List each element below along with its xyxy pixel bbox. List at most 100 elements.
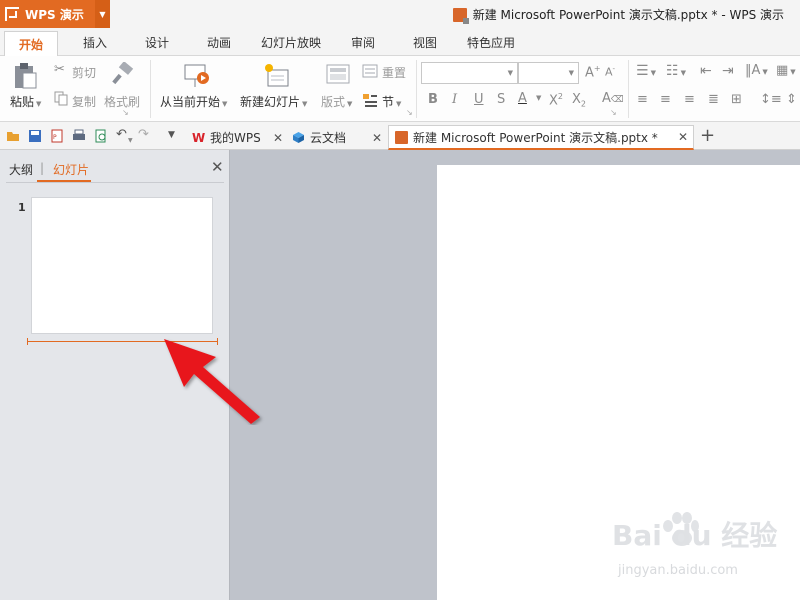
tab-insert[interactable]: 插入 xyxy=(83,34,107,51)
doc-tab-cloud[interactable]: 云文档 ✕ xyxy=(286,125,386,150)
chevron-down-icon[interactable]: ▼ xyxy=(536,94,541,102)
dialog-launcher-icon[interactable]: ↘ xyxy=(406,108,413,117)
app-menu-dropdown[interactable]: ▼ xyxy=(95,0,110,28)
new-tab-icon[interactable]: + xyxy=(700,125,715,146)
new-slide-icon[interactable] xyxy=(262,62,290,90)
tab-animation[interactable]: 动画 xyxy=(207,34,231,51)
window-title: 新建 Microsoft PowerPoint 演示文稿.pptx * - WP… xyxy=(452,6,784,24)
font-color-icon[interactable]: A xyxy=(518,91,527,106)
reset-button[interactable]: 重置 xyxy=(382,64,406,81)
annotation-arrow-icon xyxy=(164,339,260,424)
chevron-down-icon: ▼ xyxy=(507,69,513,77)
separator xyxy=(150,60,151,118)
section-button[interactable]: 节 ▼ xyxy=(382,93,401,110)
tab-slideshow[interactable]: 幻灯片放映 xyxy=(261,34,321,51)
pane-tabs: 大纲 | 幻灯片 ✕ xyxy=(0,150,230,183)
presentation-file-icon xyxy=(395,130,408,144)
from-current-button[interactable]: 从当前开始 ▼ xyxy=(160,93,227,110)
tab-special[interactable]: 特色应用 xyxy=(467,34,515,51)
copy-icon xyxy=(54,91,68,106)
slide-number: 1 xyxy=(18,201,26,214)
superscript-icon[interactable]: X2 xyxy=(549,92,563,108)
close-pane-icon[interactable]: ✕ xyxy=(211,158,224,176)
paste-button[interactable]: 粘贴 ▼ xyxy=(10,93,41,110)
open-folder-icon[interactable] xyxy=(6,129,20,143)
wps-logo-icon xyxy=(5,7,19,21)
paragraph-spacing-icon[interactable]: ⇕ xyxy=(786,92,797,107)
text-direction-icon[interactable]: ‖A ▼ xyxy=(745,63,768,78)
app-name: WPS 演示 xyxy=(25,7,84,22)
app-menu-button[interactable]: WPS 演示 xyxy=(0,0,95,28)
distributed-icon[interactable]: ⊞ xyxy=(731,92,742,107)
close-icon[interactable]: ✕ xyxy=(372,131,382,145)
align-center-icon[interactable]: ≡ xyxy=(660,92,671,107)
watermark-url: jingyan.baidu.com xyxy=(618,563,738,578)
italic-icon[interactable]: I xyxy=(452,92,457,107)
save-icon[interactable] xyxy=(28,129,42,143)
doc-tab-my-wps[interactable]: W 我的WPS ✕ xyxy=(186,125,286,150)
presentation-file-icon xyxy=(452,7,469,24)
clear-format-icon[interactable]: A⌫ xyxy=(602,91,624,106)
chevron-down-icon: ▼ xyxy=(568,69,574,77)
shadow-icon[interactable]: S xyxy=(497,92,505,107)
ribbon-home: 粘贴▼ ✂ 剪切 复制 格式刷 ↘ 从当前开始▼ 新建幻灯片▼ 版式▼ xyxy=(0,56,800,122)
format-painter-icon[interactable] xyxy=(111,62,135,86)
window-title-text: 新建 Microsoft PowerPoint 演示文稿.pptx * - WP… xyxy=(472,8,784,22)
columns-icon[interactable]: ▦ ▼ xyxy=(776,63,796,78)
tab-design[interactable]: 设计 xyxy=(145,34,169,51)
svg-text:W: W xyxy=(192,131,205,144)
justify-icon[interactable]: ≣ xyxy=(708,92,719,107)
tab-home[interactable]: 开始 xyxy=(4,31,59,57)
dialog-launcher-icon[interactable]: ↘ xyxy=(610,108,617,117)
chevron-down-icon: ▼ xyxy=(99,9,106,19)
align-left-icon[interactable]: ≡ xyxy=(637,92,648,107)
tab-outline[interactable]: 大纲 xyxy=(9,161,33,178)
numbered-list-icon[interactable]: ☷ ▼ xyxy=(666,63,686,79)
separator xyxy=(416,60,417,118)
doc-tab-presentation[interactable]: 新建 Microsoft PowerPoint 演示文稿.pptx * ✕ xyxy=(388,125,694,150)
reset-icon xyxy=(362,64,378,78)
increase-indent-icon[interactable]: ⇥ xyxy=(722,63,734,79)
redo-icon[interactable]: ↷ xyxy=(138,127,152,142)
underline-icon[interactable]: U xyxy=(474,92,484,107)
align-right-icon[interactable]: ≡ xyxy=(684,92,695,107)
font-name-select[interactable]: ▼ xyxy=(421,62,518,84)
pane-divider xyxy=(6,182,224,183)
slide-thumbnail[interactable] xyxy=(31,197,213,334)
new-slide-button[interactable]: 新建幻灯片 ▼ xyxy=(240,93,307,110)
separator xyxy=(628,60,629,118)
decrease-indent-icon[interactable]: ⇤ xyxy=(700,63,712,79)
svg-text:P: P xyxy=(53,134,57,141)
line-spacing-icon[interactable]: ↕≡ xyxy=(760,92,782,107)
section-icon xyxy=(363,94,377,107)
doc-tab-label: 云文档 xyxy=(310,131,347,145)
copy-button[interactable]: 复制 xyxy=(72,93,96,110)
dialog-launcher-icon[interactable]: ↘ xyxy=(122,108,129,117)
layout-icon[interactable] xyxy=(326,64,350,86)
shrink-font-icon[interactable]: A- xyxy=(605,65,615,79)
bold-icon[interactable]: B xyxy=(428,92,438,107)
font-size-select[interactable]: ▼ xyxy=(518,62,579,84)
print-icon[interactable] xyxy=(72,129,86,143)
slideshow-play-icon[interactable] xyxy=(183,62,211,90)
tab-slides[interactable]: 幻灯片 xyxy=(53,161,89,178)
subscript-icon[interactable]: X2 xyxy=(572,92,586,109)
cloud-cube-icon xyxy=(293,132,304,143)
cut-button[interactable]: 剪切 xyxy=(72,64,96,81)
paste-icon[interactable] xyxy=(12,62,38,90)
grow-font-icon[interactable]: A+ xyxy=(585,64,601,80)
title-bar: WPS 演示 ▼ 新建 Microsoft PowerPoint 演示文稿.pp… xyxy=(0,0,800,28)
layout-button[interactable]: 版式 ▼ xyxy=(321,93,352,110)
customize-toolbar-icon[interactable]: ▼ xyxy=(168,130,182,144)
close-icon[interactable]: ✕ xyxy=(273,131,283,145)
tab-view[interactable]: 视图 xyxy=(413,34,437,51)
tab-review[interactable]: 审阅 xyxy=(351,34,375,51)
quick-access-bar: P ↶ ▼ ↷ ▼ W 我的WPS ✕ 云文档 ✕ 新建 Microsoft P… xyxy=(0,122,800,150)
bullet-list-icon[interactable]: ☰ ▼ xyxy=(636,63,656,79)
wps-w-icon: W xyxy=(192,131,205,144)
export-pdf-icon[interactable]: P xyxy=(50,129,64,143)
watermark-text: Bai du 经验 xyxy=(612,519,778,552)
close-icon[interactable]: ✕ xyxy=(678,130,688,144)
doc-tab-label: 我的WPS xyxy=(210,131,261,145)
print-preview-icon[interactable] xyxy=(94,129,108,143)
